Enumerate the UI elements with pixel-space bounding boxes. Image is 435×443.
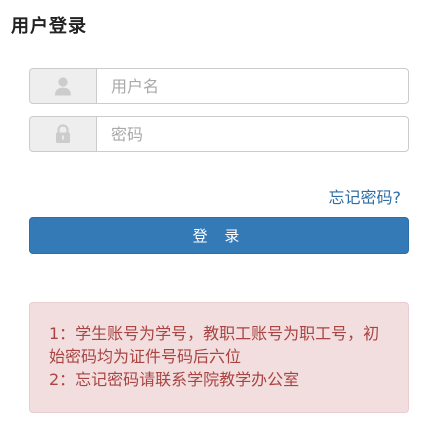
password-input[interactable] — [96, 116, 409, 152]
username-group — [29, 68, 409, 104]
forgot-password-link[interactable]: 忘记密码? — [329, 184, 402, 208]
page-title: 用户登录 — [11, 16, 87, 37]
lock-icon — [56, 124, 70, 143]
login-page: 用户登录 忘记密码? 登 录 1：学生账号为学号，教职工账号为职工号，初始密码均… — [0, 0, 435, 443]
password-group — [29, 116, 409, 152]
username-addon — [29, 68, 96, 104]
user-icon — [55, 77, 71, 96]
notice-alert: 1：学生账号为学号，教职工账号为职工号，初始密码均为证件号码后六位 2：忘记密码… — [29, 302, 409, 413]
password-addon — [29, 116, 96, 152]
notice-line-2: 2：忘记密码请联系学院教学办公室 — [49, 370, 300, 389]
notice-line-1: 1：学生账号为学号，教职工账号为职工号，初始密码均为证件号码后六位 — [49, 324, 380, 366]
username-input[interactable] — [96, 68, 409, 104]
login-button[interactable]: 登 录 — [29, 217, 409, 254]
